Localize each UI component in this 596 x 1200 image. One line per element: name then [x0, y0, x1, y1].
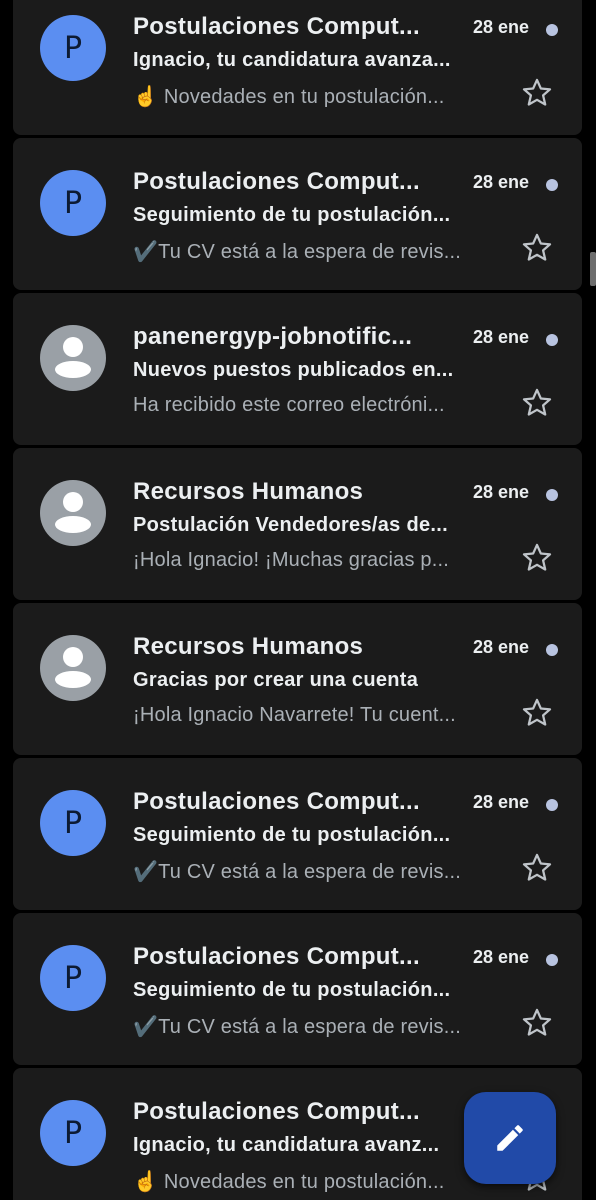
email-row[interactable]: P Postulaciones Comput... 28 ene Seguimient…: [13, 758, 582, 910]
email-sender: panenergyp-jobnotific...: [133, 323, 413, 350]
email-subject: Nuevos puestos publicados en...: [133, 359, 454, 381]
unread-indicator: [546, 489, 558, 501]
email-snippet: ¡Hola Ignacio! ¡Muchas gracias p...: [133, 549, 450, 571]
avatar[interactable]: P: [40, 15, 106, 81]
email-date: 28 ene: [472, 327, 529, 347]
person-icon-head: [63, 337, 83, 357]
star-outline-icon[interactable]: [520, 76, 554, 110]
star-outline-icon[interactable]: [520, 541, 554, 575]
person-icon[interactable]: [40, 635, 106, 701]
email-snippet: ✔️Tu CV está a la espera de revis...: [133, 1016, 461, 1038]
email-sender: Postulaciones Comput...: [133, 1098, 420, 1125]
unread-indicator: [546, 24, 558, 36]
person-icon-head: [63, 492, 83, 512]
email-subject: Postulación Vendedores/as de...: [133, 514, 448, 536]
email-snippet: ✔️Tu CV está a la espera de revis...: [133, 241, 461, 263]
star-outline-icon[interactable]: [520, 386, 554, 420]
unread-indicator: [546, 644, 558, 656]
email-date: 28 ene: [472, 792, 529, 812]
email-list: P Postulaciones Comput... 28 ene Ignacio, t…: [0, 0, 596, 1200]
email-sender: Postulaciones Comput...: [133, 168, 420, 195]
email-snippet: ✔️Tu CV está a la espera de revis...: [133, 861, 461, 883]
email-subject: Seguimiento de tu postulación...: [133, 979, 451, 1001]
email-snippet: ☝️ Novedades en tu postulación...: [133, 1171, 445, 1193]
person-icon-body: [55, 671, 91, 688]
avatar-letter: P: [63, 185, 83, 221]
email-snippet: Ha recibido este correo electróni...: [133, 394, 445, 416]
unread-indicator: [546, 799, 558, 811]
email-row[interactable]: P Postulaciones Comput... 28 ene Seguimient…: [13, 138, 582, 290]
email-subject: Ignacio, tu candidatura avanza...: [133, 49, 451, 71]
person-icon[interactable]: [40, 325, 106, 391]
avatar-letter: P: [63, 960, 83, 996]
unread-indicator: [546, 954, 558, 966]
email-date: 28 ene: [472, 17, 529, 37]
email-row[interactable]: Recursos Humanos 28 ene Gracias por crear …: [13, 603, 582, 755]
compose-button[interactable]: [464, 1092, 556, 1184]
pencil-icon: [497, 1125, 523, 1151]
avatar-letter: P: [63, 805, 83, 841]
email-subject: Seguimiento de tu postulación...: [133, 204, 451, 226]
email-snippet: ☝️ Novedades en tu postulación...: [133, 86, 445, 108]
person-icon-head: [63, 647, 83, 667]
star-outline-icon[interactable]: [520, 1006, 554, 1040]
person-icon-body: [55, 361, 91, 378]
email-subject: Seguimiento de tu postulación...: [133, 824, 451, 846]
avatar[interactable]: P: [40, 945, 106, 1011]
email-sender: Postulaciones Comput...: [133, 943, 420, 970]
person-icon-body: [55, 516, 91, 533]
email-sender: Postulaciones Comput...: [133, 788, 420, 815]
star-outline-icon[interactable]: [520, 851, 554, 885]
email-row[interactable]: P Postulaciones Comput... 28 ene Ignacio, t…: [13, 0, 582, 135]
email-sender: Postulaciones Comput...: [133, 13, 420, 40]
avatar-letter: P: [63, 1115, 83, 1151]
email-date: 28 ene: [472, 947, 529, 967]
email-subject: Gracias por crear una cuenta: [133, 669, 419, 691]
inbox-screen: P Postulaciones Comput... 28 ene Ignacio, t…: [0, 0, 596, 1200]
person-icon[interactable]: [40, 480, 106, 546]
email-date: 28 ene: [472, 637, 529, 657]
star-outline-icon[interactable]: [520, 231, 554, 265]
unread-indicator: [546, 334, 558, 346]
email-row[interactable]: P Postulaciones Comput... 28 ene Seguimient…: [13, 913, 582, 1065]
email-date: 28 ene: [472, 482, 529, 502]
avatar[interactable]: P: [40, 790, 106, 856]
email-row[interactable]: panenergyp-jobnotific... 28 ene Nuevos pue…: [13, 293, 582, 445]
avatar-letter: P: [63, 30, 83, 66]
email-snippet: ¡Hola Ignacio Navarrete! Tu cuent...: [133, 704, 456, 726]
email-row[interactable]: Recursos Humanos 28 ene Postulación Vended…: [13, 448, 582, 600]
email-sender: Recursos Humanos: [133, 478, 364, 505]
avatar[interactable]: P: [40, 170, 106, 236]
email-date: 28 ene: [472, 172, 529, 192]
avatar[interactable]: P: [40, 1100, 106, 1166]
email-subject: Ignacio, tu candidatura avanz...: [133, 1134, 440, 1156]
star-outline-icon[interactable]: [520, 696, 554, 730]
email-sender: Recursos Humanos: [133, 633, 364, 660]
scrollbar-thumb[interactable]: [590, 252, 596, 286]
unread-indicator: [546, 179, 558, 191]
